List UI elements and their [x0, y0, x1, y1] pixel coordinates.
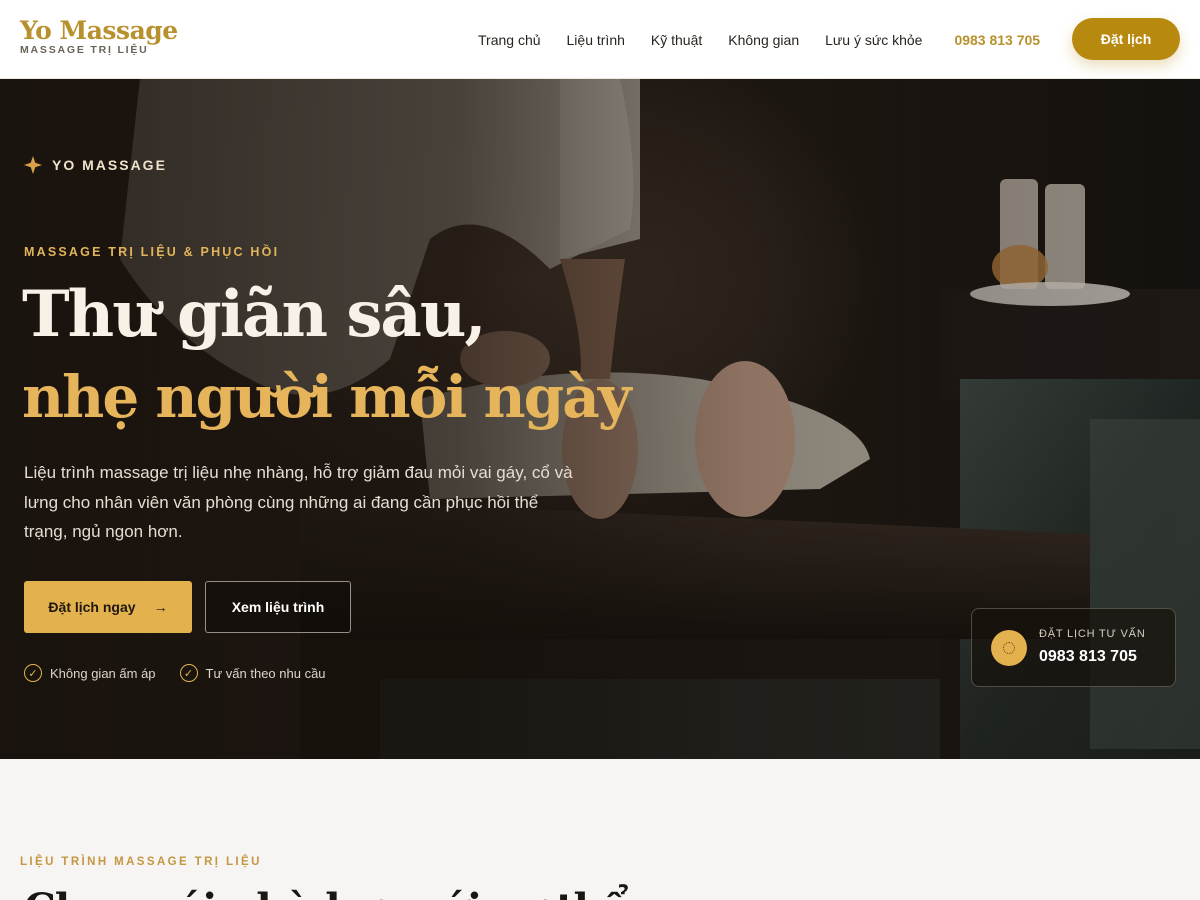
nav-phone-link[interactable]: 0983 813 705: [954, 32, 1040, 48]
sparkle-icon: [24, 156, 42, 174]
arrow-right-icon: →: [153, 599, 168, 615]
consult-card[interactable]: ĐẶT LỊCH TƯ VẤN 0983 813 705: [971, 608, 1176, 687]
site-header: Yo Massage MASSAGE TRỊ LIỆU Trang chủ Li…: [0, 0, 1200, 79]
check-circle-icon: ✓: [24, 664, 42, 682]
book-now-button[interactable]: Đặt lịch ngay →: [24, 581, 192, 633]
nav-item-health-notes[interactable]: Lưu ý sức khỏe: [825, 32, 922, 48]
check-item-label: Tư vấn theo nhu cầu: [205, 665, 326, 681]
hero-eyebrow: YO MASSAGE: [24, 156, 167, 174]
hero-section: YO MASSAGE MASSAGE TRỊ LIỆU & PHỤC HỒI T…: [0, 79, 1200, 759]
hero-description: Liệu trình massage trị liệu nhẹ nhàng, h…: [24, 463, 573, 541]
hero-kicker: MASSAGE TRỊ LIỆU & PHỤC HỒI: [24, 245, 280, 259]
main-nav: Trang chủ Liệu trình Kỹ thuật Không gian…: [478, 0, 1058, 79]
hero-eyebrow-text: YO MASSAGE: [52, 157, 167, 173]
check-item: ✓ Không gian ấm áp: [24, 664, 156, 682]
section-heading: Chọn gói phù hợp với cơ thể: [24, 884, 627, 900]
hero-title-line1: Thư giãn sâu,: [22, 277, 487, 352]
nav-item-treatments[interactable]: Liệu trình: [567, 32, 625, 48]
consult-phone[interactable]: 0983 813 705: [1039, 648, 1137, 666]
nav-item-space[interactable]: Không gian: [728, 32, 799, 48]
consult-label: ĐẶT LỊCH TƯ VẤN: [1039, 628, 1146, 640]
header-book-button[interactable]: Đặt lịch: [1072, 18, 1180, 60]
brand-name: Yo Massage: [20, 16, 178, 45]
view-treatments-button[interactable]: Xem liệu trình: [205, 581, 351, 633]
phone-ring-icon: [991, 630, 1027, 666]
hero-title-line2: nhẹ người mỗi ngày: [22, 363, 632, 431]
section-kicker: LIỆU TRÌNH MASSAGE TRỊ LIỆU: [20, 856, 262, 868]
check-circle-icon: ✓: [179, 664, 198, 682]
check-item-label: Không gian ấm áp: [50, 665, 156, 681]
brand-logo[interactable]: Yo Massage MASSAGE TRỊ LIỆU: [20, 16, 178, 56]
nav-item-home[interactable]: Trang chủ: [478, 32, 541, 48]
book-now-label: Đặt lịch ngay: [48, 599, 136, 615]
hero-checklist: ✓ Không gian ấm áp ✓ Tư vấn theo nhu cầu: [24, 664, 326, 682]
check-item: ✓ Tư vấn theo nhu cầu: [179, 664, 326, 682]
nav-item-techniques[interactable]: Kỹ thuật: [651, 32, 702, 48]
